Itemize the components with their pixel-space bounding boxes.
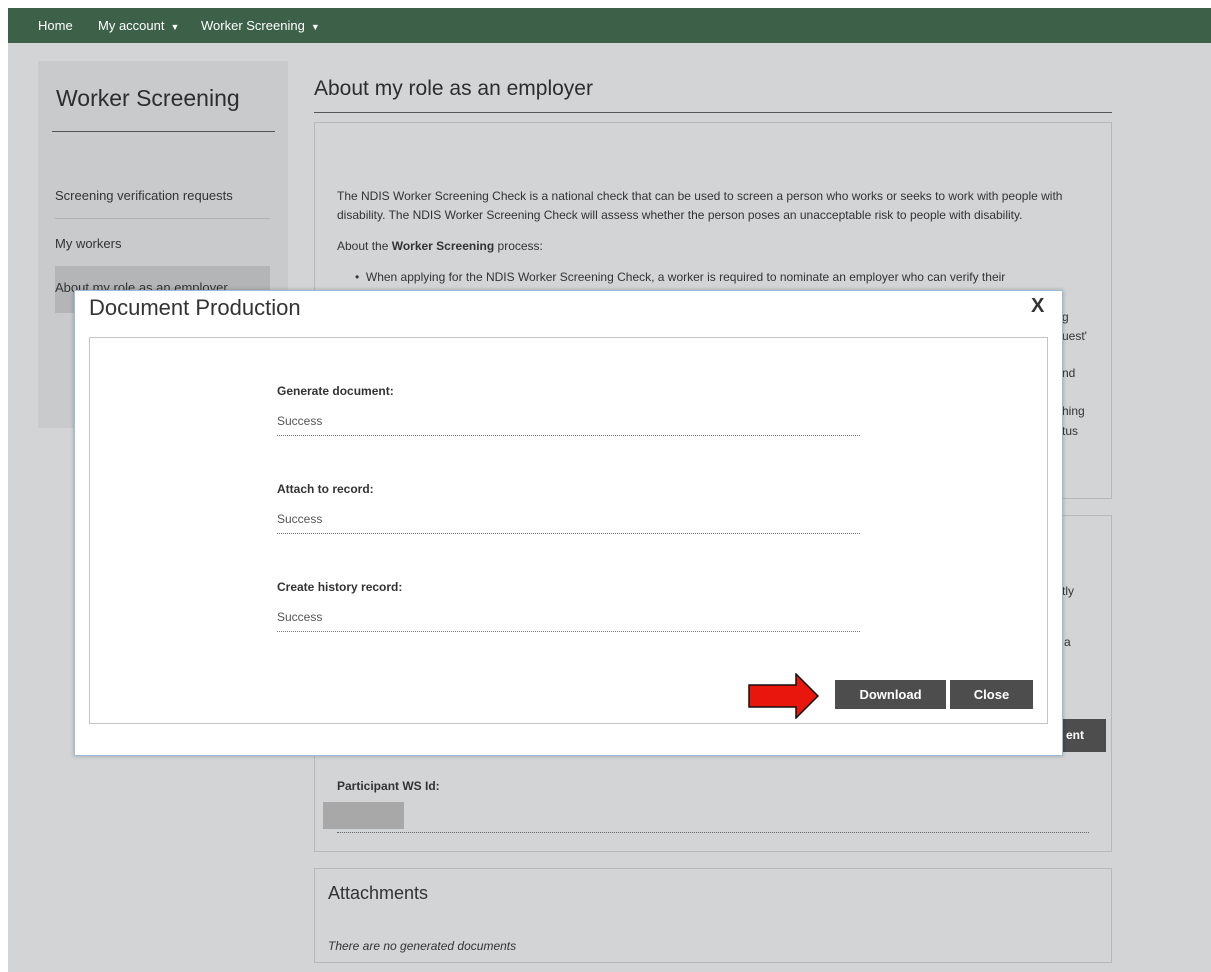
- top-navbar: Home My account ▼ Worker Screening ▼: [8, 8, 1211, 43]
- process-suffix: process:: [494, 239, 543, 253]
- red-arrow-right-icon: [748, 673, 820, 719]
- sidebar-divider: [52, 131, 275, 132]
- page-title: About my role as an employer: [314, 77, 593, 100]
- attach-to-record-value: Success: [277, 512, 323, 526]
- obscured-text-fragment: a: [1064, 635, 1071, 649]
- dialog-content: Generate document: Success Attach to rec…: [89, 337, 1048, 724]
- nav-worker-screening-label: Worker Screening: [201, 18, 305, 33]
- obscured-text-fragment: nd: [1062, 366, 1076, 380]
- dialog-title: Document Production: [89, 295, 301, 320]
- generate-document-label: Generate document:: [277, 384, 394, 398]
- sidebar-item-my-workers[interactable]: My workers: [55, 236, 270, 251]
- participant-ws-id-label: Participant WS Id:: [337, 779, 440, 793]
- download-button[interactable]: Download: [835, 680, 946, 709]
- attachments-empty-message: There are no generated documents: [328, 939, 517, 953]
- obscured-text-fragment: uest': [1062, 329, 1087, 343]
- intro-text: The NDIS Worker Screening Check is a nat…: [337, 189, 1063, 222]
- sidebar-separator: [55, 218, 270, 219]
- field-underline: [277, 631, 860, 632]
- sidebar-item-screening-verification-requests[interactable]: Screening verification requests: [55, 188, 270, 203]
- caret-down-icon: ▼: [170, 22, 180, 32]
- nav-my-account-dropdown[interactable]: My account ▼: [98, 18, 179, 33]
- create-history-record-label: Create history record:: [277, 580, 403, 594]
- obscured-button[interactable]: ent: [1061, 719, 1106, 752]
- obscured-text-fragment: g: [1062, 310, 1069, 324]
- caret-down-icon: ▼: [310, 22, 320, 32]
- field-underline: [277, 435, 860, 436]
- obscured-button-label: ent: [1066, 728, 1084, 742]
- field-underline: [277, 533, 860, 534]
- process-prefix: About the: [337, 239, 392, 253]
- nav-worker-screening-dropdown[interactable]: Worker Screening ▼: [201, 18, 320, 33]
- attachments-title: Attachments: [328, 883, 429, 903]
- bullet-text: When applying for the NDIS Worker Screen…: [365, 270, 1006, 284]
- obscured-text-fragment: tly: [1062, 584, 1074, 598]
- process-bullet: • When applying for the NDIS Worker Scre…: [355, 268, 1075, 287]
- close-icon[interactable]: X: [1031, 295, 1044, 318]
- participant-ws-id-underline: [337, 832, 1089, 833]
- create-history-record-value: Success: [277, 610, 323, 624]
- nav-home-link[interactable]: Home: [38, 18, 73, 33]
- obscured-text-fragment: hing: [1062, 404, 1085, 418]
- bullet-dot: •: [355, 270, 366, 284]
- sidebar-title: Worker Screening: [56, 85, 240, 111]
- process-bold: Worker Screening: [391, 239, 495, 253]
- page-backdrop: Home My account ▼ Worker Screening ▼ Worke…: [8, 8, 1211, 972]
- attachments-panel: Attachments There are no generated docum…: [314, 868, 1112, 963]
- obscured-text-fragment: tus: [1062, 424, 1079, 438]
- close-button[interactable]: Close: [950, 680, 1033, 709]
- redacted-value: [323, 802, 404, 829]
- page-title-divider: [314, 112, 1112, 113]
- attach-to-record-label: Attach to record:: [277, 482, 374, 496]
- process-heading: About the Worker Screening process:: [337, 237, 543, 256]
- generate-document-value: Success: [277, 414, 323, 428]
- nav-my-account-label: My account: [98, 18, 165, 33]
- document-production-dialog: Document Production X Generate document:…: [74, 290, 1063, 756]
